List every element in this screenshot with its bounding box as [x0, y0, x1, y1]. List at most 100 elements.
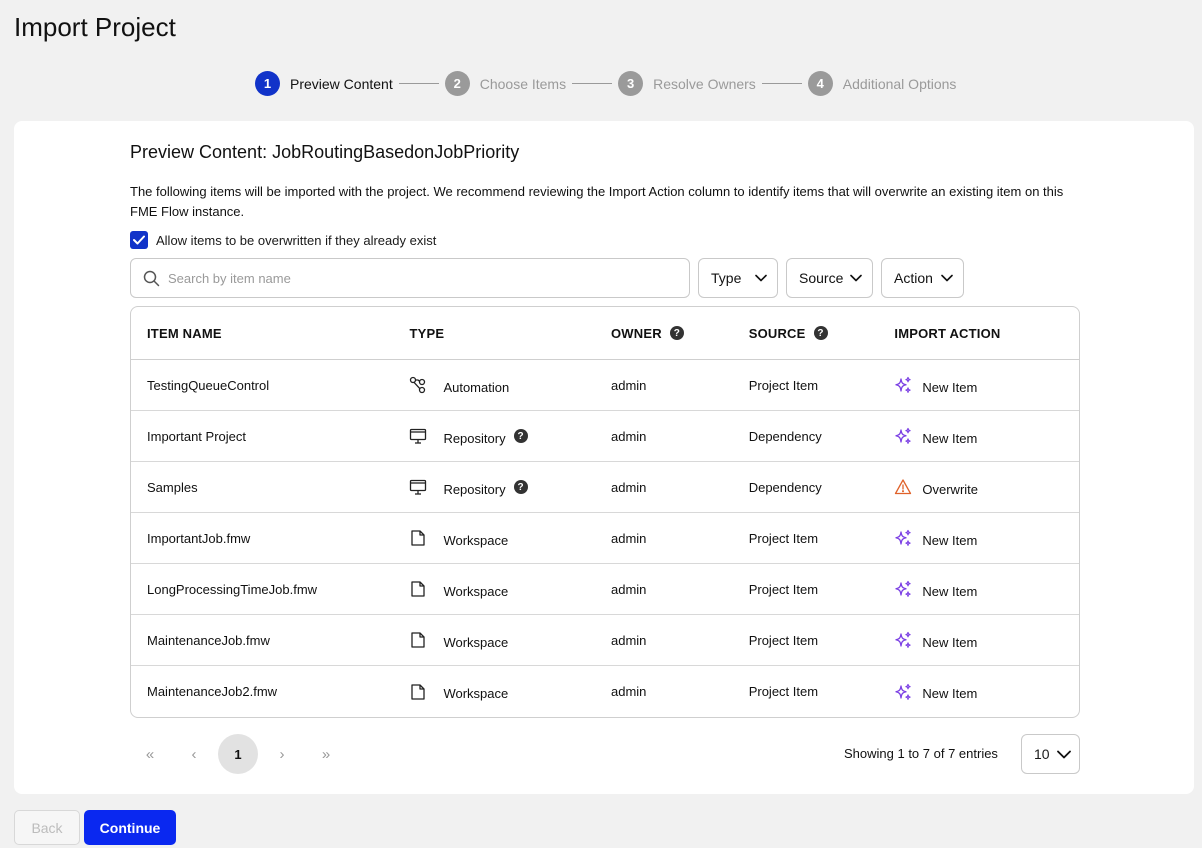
previous-page-button[interactable]: ‹	[174, 734, 214, 774]
import-action-label: New Item	[922, 430, 978, 446]
item-type: Automation	[409, 376, 611, 395]
chevron-down-icon	[850, 274, 862, 282]
automation-icon	[409, 376, 427, 394]
help-icon[interactable]: ?	[669, 326, 684, 340]
table-row: MaintenanceJob2.fmw Workspace admin Project…	[131, 666, 1079, 717]
action-filter-dropdown[interactable]: Action	[881, 258, 964, 298]
item-type-label: Workspace	[443, 583, 509, 599]
header-owner[interactable]: OWNER ?	[611, 326, 749, 341]
sparkle-icon	[894, 376, 912, 394]
preview-card: Preview Content: JobRoutingBasedonJobPri…	[14, 121, 1194, 794]
header-source[interactable]: SOURCE ?	[749, 326, 895, 341]
sparkle-icon	[894, 631, 912, 649]
header-import-action[interactable]: IMPORT ACTION	[894, 326, 1079, 341]
item-type: Workspace	[409, 631, 611, 650]
step-label: Choose Items	[479, 75, 567, 92]
table-row: TestingQueueControl Automation admin Projec…	[131, 360, 1079, 411]
import-action-label: New Item	[922, 634, 978, 650]
step-resolve-owners: 3 Resolve Owners	[618, 71, 756, 96]
overwrite-label: Allow items to be overwritten if they al…	[156, 232, 437, 248]
search-input[interactable]	[168, 270, 668, 286]
workspace-icon	[409, 529, 427, 547]
header-owner-label: OWNER	[611, 325, 662, 341]
last-page-button[interactable]: »	[306, 734, 346, 774]
item-type: Workspace	[409, 683, 611, 701]
item-source: Dependency	[748, 479, 822, 495]
step-number: 2	[444, 71, 470, 96]
type-filter-dropdown[interactable]: Type	[698, 258, 778, 298]
item-import-action: New Item	[894, 529, 1079, 548]
sparkle-icon	[894, 580, 912, 598]
entries-summary: Showing 1 to 7 of 7 entries	[844, 746, 998, 761]
import-action-label: Overwrite	[922, 481, 979, 497]
step-connector	[761, 83, 802, 84]
import-items-table: ITEM NAME TYPE OWNER ? SOURCE ? IMPORT A…	[130, 306, 1080, 718]
page-1-button[interactable]: 1	[218, 734, 258, 774]
step-additional-options: 4 Additional Options	[807, 71, 957, 96]
search-icon	[143, 270, 160, 287]
chevron-down-icon	[1057, 750, 1071, 759]
item-owner: admin	[611, 684, 647, 699]
item-owner: admin	[611, 377, 647, 393]
workspace-icon	[409, 580, 427, 598]
import-action-label: New Item	[922, 583, 978, 599]
action-filter-label: Action	[894, 270, 933, 286]
workspace-icon	[409, 683, 427, 701]
source-filter-dropdown[interactable]: Source	[786, 258, 873, 298]
help-icon[interactable]: ?	[513, 429, 528, 443]
step-connector	[572, 83, 613, 84]
overwrite-checkbox[interactable]	[130, 231, 148, 249]
item-name: MaintenanceJob2.fmw	[147, 684, 278, 699]
help-icon[interactable]: ?	[513, 480, 528, 494]
item-type-label: Workspace	[443, 532, 509, 548]
item-name: TestingQueueControl	[147, 377, 270, 393]
table-body: TestingQueueControl Automation admin Projec…	[131, 360, 1079, 717]
step-preview-content: 1 Preview Content	[255, 71, 393, 96]
help-icon[interactable]: ?	[813, 326, 828, 340]
header-item-name[interactable]: ITEM NAME	[131, 326, 409, 341]
item-import-action: New Item	[894, 631, 1079, 650]
item-source: Project Item	[748, 530, 819, 546]
table-header: ITEM NAME TYPE OWNER ? SOURCE ? IMPORT A…	[131, 307, 1079, 360]
overwrite-option[interactable]: Allow items to be overwritten if they al…	[130, 231, 436, 249]
step-number: 4	[807, 71, 833, 96]
page-size-select[interactable]: 10	[1021, 734, 1080, 774]
item-owner: admin	[611, 632, 647, 648]
item-type-label: Repository	[443, 481, 506, 497]
table-row: Important Project Repository? admin Depende…	[131, 411, 1079, 462]
item-source: Dependency	[748, 428, 822, 444]
sparkle-icon	[894, 427, 912, 445]
next-page-button[interactable]: ›	[262, 734, 302, 774]
import-stepper: 1 Preview Content 2 Choose Items 3 Resol…	[255, 70, 956, 97]
item-type-label: Workspace	[443, 634, 509, 650]
header-type[interactable]: TYPE	[409, 326, 611, 341]
back-button[interactable]: Back	[14, 810, 80, 845]
page-size-value: 10	[1034, 746, 1050, 762]
item-source: Project Item	[748, 581, 819, 597]
step-label: Preview Content	[290, 75, 393, 92]
first-page-button[interactable]: «	[130, 734, 170, 774]
table-row: LongProcessingTimeJob.fmw Workspace admin P…	[131, 564, 1079, 615]
item-name: ImportantJob.fmw	[147, 530, 251, 546]
sparkle-icon	[894, 529, 912, 547]
item-import-action: New Item	[894, 376, 1079, 395]
step-label: Additional Options	[842, 75, 957, 92]
table-row: MaintenanceJob.fmw Workspace admin Project …	[131, 615, 1079, 666]
search-box[interactable]	[130, 258, 690, 298]
item-type: Workspace	[409, 529, 611, 548]
page-title: Import Project	[14, 12, 176, 42]
table-row: ImportantJob.fmw Workspace admin Project It…	[131, 513, 1079, 564]
preview-title: Preview Content: JobRoutingBasedonJobPri…	[130, 142, 520, 162]
item-type: Repository?	[409, 427, 611, 446]
preview-description: The following items will be imported wit…	[130, 184, 1064, 219]
step-number: 3	[618, 71, 644, 96]
header-source-label: SOURCE	[748, 325, 806, 341]
item-owner: admin	[611, 530, 647, 546]
continue-button[interactable]: Continue	[84, 810, 176, 845]
item-import-action: New Item	[894, 427, 1079, 446]
chevron-down-icon	[755, 274, 767, 282]
step-number: 1	[255, 71, 280, 96]
item-name: Important Project	[147, 428, 246, 444]
item-name: LongProcessingTimeJob.fmw	[147, 581, 318, 597]
sparkle-icon	[894, 683, 912, 701]
